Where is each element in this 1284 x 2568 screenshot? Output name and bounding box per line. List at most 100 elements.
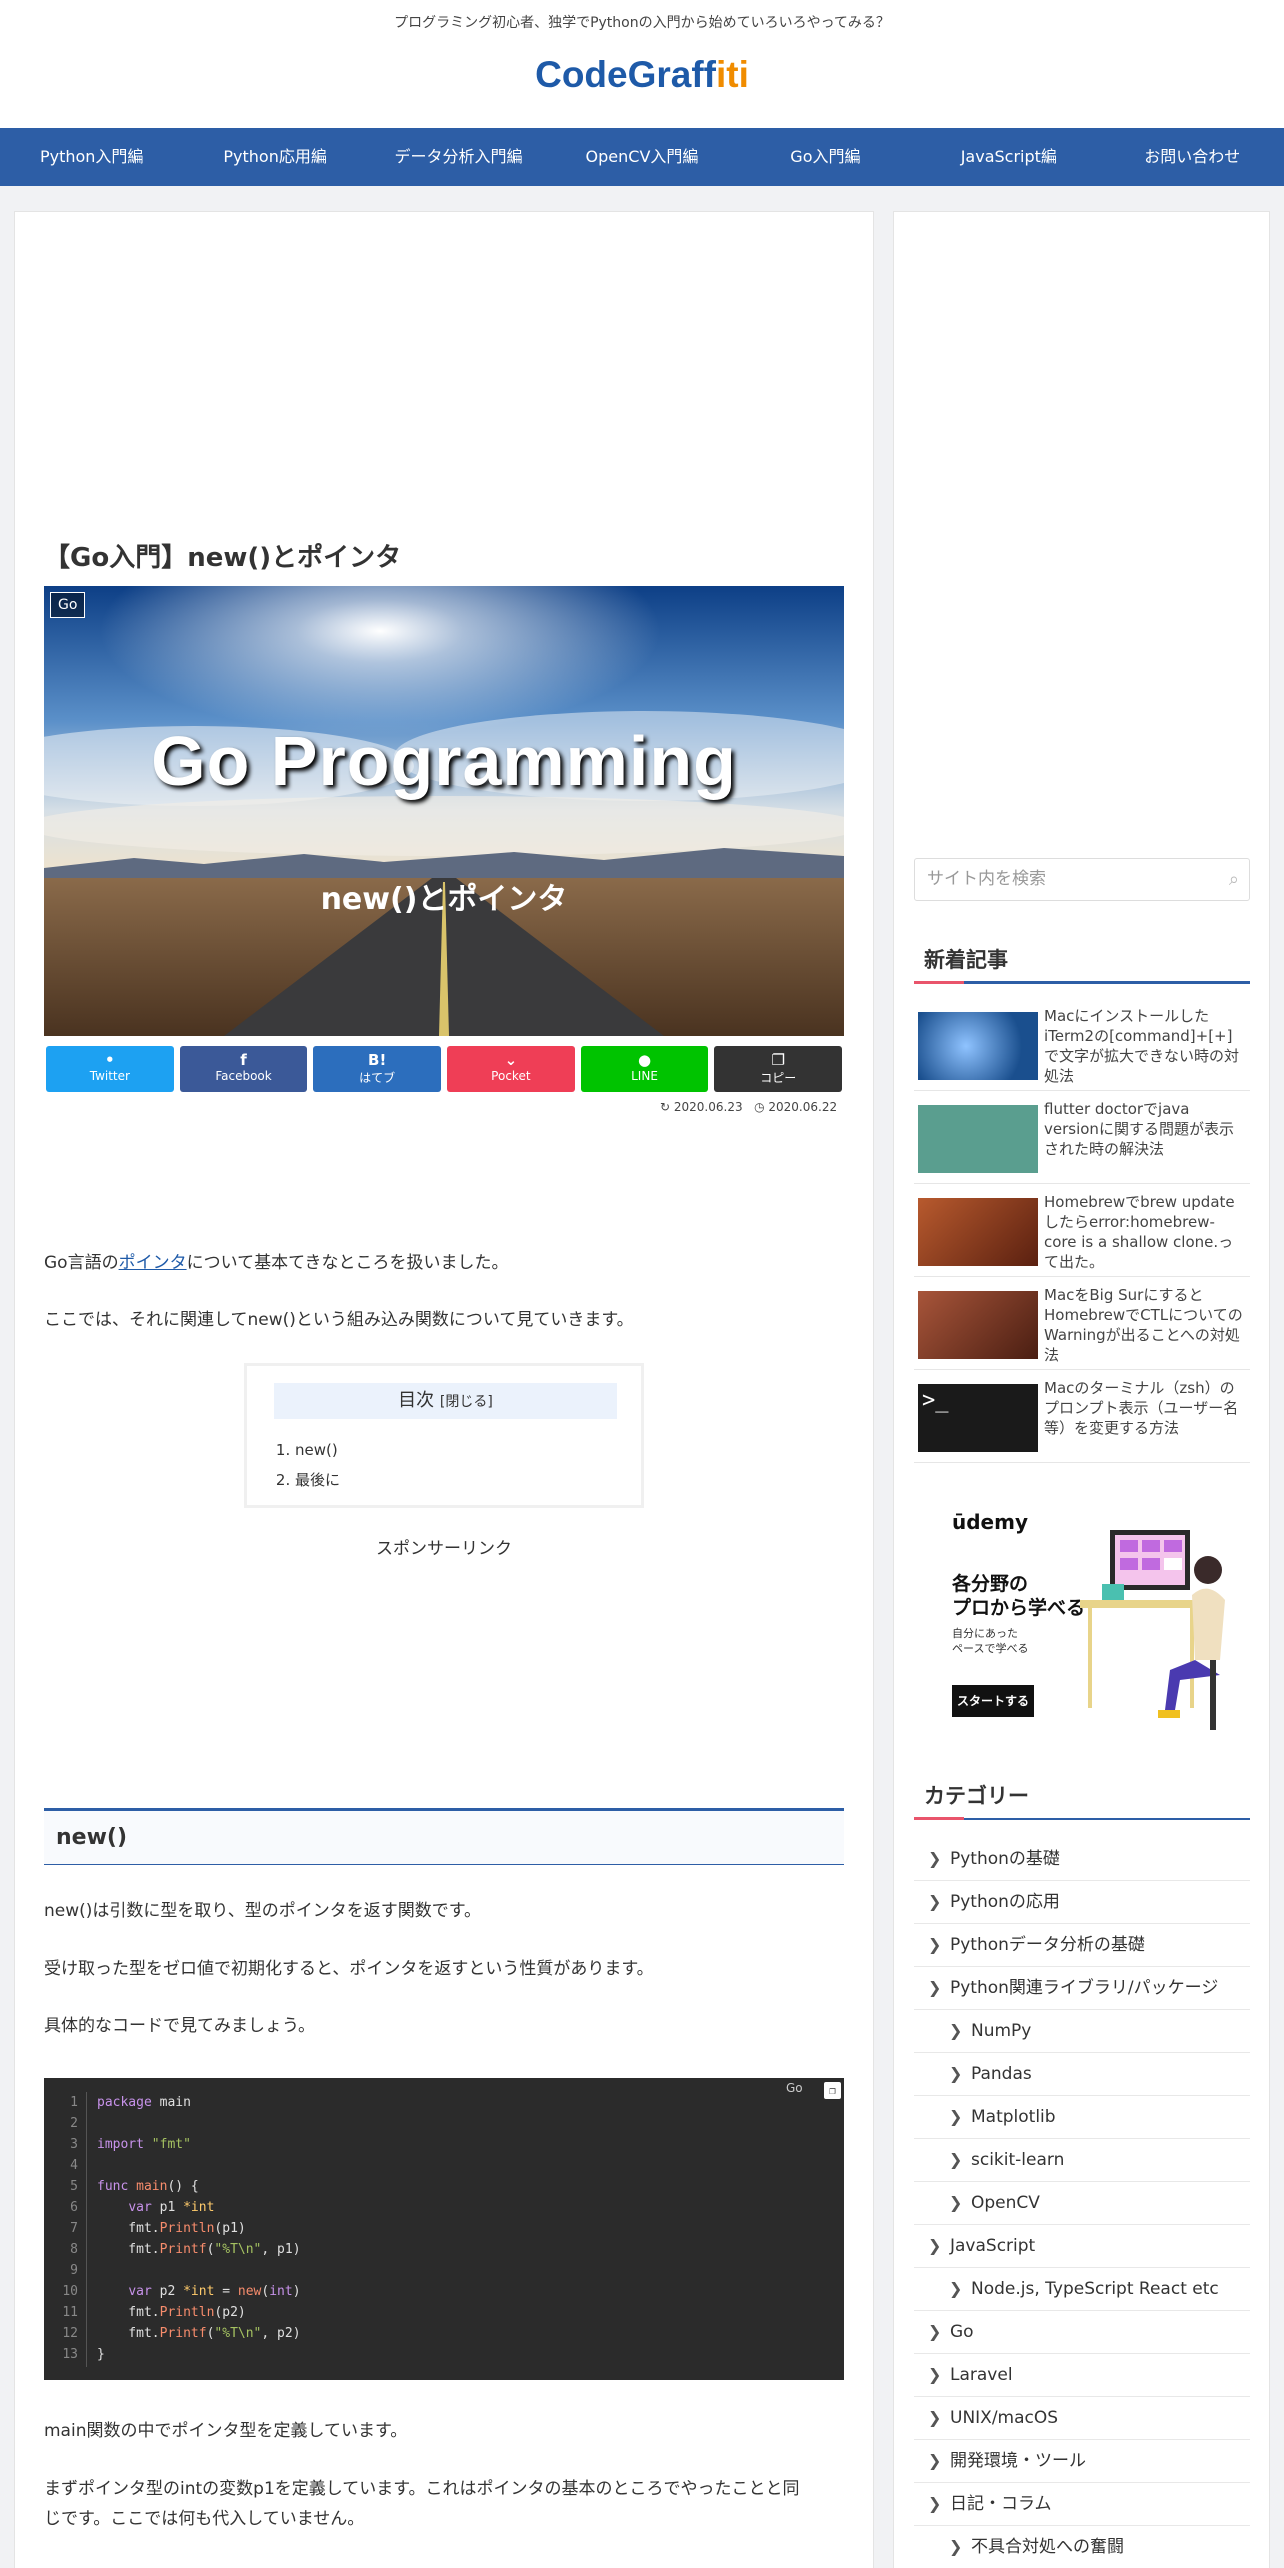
category-item-child[interactable]: ❯ NumPy bbox=[914, 2010, 1250, 2053]
toc-header: 目次 [閉じる] bbox=[274, 1383, 617, 1419]
chevron-right-icon: ❯ bbox=[928, 2322, 942, 2341]
category-item-child[interactable]: ❯ Matplotlib bbox=[914, 2096, 1250, 2139]
category-item[interactable]: ❯ UNIX/macOS bbox=[914, 2397, 1250, 2440]
udemy-logo: ūdemy bbox=[952, 1510, 1028, 1534]
udemy-ad-banner[interactable]: ūdemy 各分野の プロから学べる 自分にあった ペースで学べる スタートする bbox=[930, 1500, 1236, 1740]
category-label: Pandas bbox=[971, 2064, 1032, 2084]
new-post-item[interactable]: >_ Macのターミナル（zsh）のプロンプト表示（ユーザー名等）を変更する方法 bbox=[914, 1370, 1250, 1463]
intro-paragraph: Go言語のポインタについて基本てきなところを扱いました。 bbox=[44, 1250, 509, 1277]
category-list: ❯ Pythonの基礎 ❯ Pythonの応用 ❯ Pythonデータ分析の基礎 ❯ P… bbox=[914, 1838, 1250, 2568]
share-facebook-button[interactable]: f Facebook bbox=[179, 1046, 308, 1092]
pocket-icon: ⌄ bbox=[504, 1051, 518, 1069]
category-item-child[interactable]: ❯ Node.js, TypeScript React etc bbox=[914, 2268, 1250, 2311]
share-label: コピー bbox=[760, 1071, 797, 1085]
ad-line2: プロから学べる bbox=[952, 1597, 1086, 1619]
share-copy-button[interactable]: ❐ コピー bbox=[714, 1046, 843, 1092]
share-line-button[interactable]: ● LINE bbox=[580, 1046, 709, 1092]
share-label: Twitter bbox=[89, 1069, 130, 1083]
category-item[interactable]: ❯ Pythonの基礎 bbox=[914, 1838, 1250, 1881]
category-label: 日記・コラム bbox=[950, 2494, 1052, 2514]
category-label: NumPy bbox=[971, 2021, 1032, 2041]
logo-text-blue: CodeGraff bbox=[535, 54, 716, 95]
category-label: scikit-learn bbox=[971, 2150, 1065, 2170]
paragraph-3: 具体的なコードで見てみましょう。 bbox=[44, 2016, 315, 2036]
code-language-label: Go bbox=[786, 2081, 803, 2095]
category-item[interactable]: ❯ Pythonの応用 bbox=[914, 1881, 1250, 1924]
toc-item[interactable]: 最後に bbox=[295, 1465, 340, 1495]
categories-heading: カテゴリー bbox=[914, 1780, 1250, 1820]
share-pocket-button[interactable]: ⌄ Pocket bbox=[447, 1046, 575, 1092]
sponsor-label: スポンサーリンク bbox=[376, 1539, 512, 1559]
post-title: MacにインストールしたiTerm2の[command]+[+]で文字が拡大でき… bbox=[1044, 1007, 1240, 1085]
share-label: Pocket bbox=[491, 1069, 531, 1083]
category-item[interactable]: ❯ Go bbox=[914, 2311, 1250, 2354]
nav-python-intro[interactable]: Python入門編 bbox=[0, 128, 183, 186]
chevron-right-icon: ❯ bbox=[949, 2537, 963, 2556]
search-placeholder: サイト内を検索 bbox=[927, 869, 1046, 889]
category-label: Pythonの応用 bbox=[950, 1892, 1060, 1912]
site-search-input[interactable]: サイト内を検索 ⌕ bbox=[914, 858, 1250, 901]
nav-contact[interactable]: お問い合わせ bbox=[1101, 128, 1284, 186]
nav-opencv[interactable]: OpenCV入門編 bbox=[550, 128, 733, 186]
chevron-right-icon: ❯ bbox=[928, 1978, 942, 1997]
facebook-icon: f bbox=[240, 1051, 247, 1069]
category-item[interactable]: ❯ 日記・コラム bbox=[914, 2483, 1250, 2526]
chevron-right-icon: ❯ bbox=[928, 2451, 942, 2470]
nav-python-advanced[interactable]: Python応用編 bbox=[183, 128, 366, 186]
share-hatena-button[interactable]: B! はてブ bbox=[313, 1046, 442, 1092]
post-title: Homebrewでbrew updateしたらerror:homebrew-co… bbox=[1044, 1193, 1235, 1271]
category-item-child[interactable]: ❯ 不具合対処への奮闘 bbox=[914, 2526, 1250, 2568]
category-label: Matplotlib bbox=[971, 2107, 1056, 2127]
article-title: 【Go入門】new()とポインタ bbox=[44, 543, 402, 573]
chevron-right-icon: ❯ bbox=[949, 2064, 963, 2083]
category-item-child[interactable]: ❯ scikit-learn bbox=[914, 2139, 1250, 2182]
ad-line1: 各分野の bbox=[952, 1573, 1029, 1595]
share-twitter-button[interactable]: • Twitter bbox=[46, 1046, 174, 1092]
site-logo[interactable]: CodeGraffiti bbox=[0, 54, 1284, 96]
category-item[interactable]: ❯ Python関連ライブラリ/パッケージ bbox=[914, 1967, 1250, 2010]
chevron-right-icon: ❯ bbox=[949, 2021, 963, 2040]
share-label: LINE bbox=[631, 1069, 658, 1083]
new-post-item[interactable]: MacをBig SurにするとHomebrewでCTLについてのWarningが… bbox=[914, 1277, 1250, 1370]
nav-go[interactable]: Go入門編 bbox=[734, 128, 917, 186]
new-post-item[interactable]: flutter doctorでjava versionに関する問題が表示された時… bbox=[914, 1091, 1250, 1184]
ad-illustration bbox=[1080, 1530, 1225, 1730]
category-label: Pythonの基礎 bbox=[950, 1849, 1060, 1869]
new-post-item[interactable]: Homebrewでbrew updateしたらerror:homebrew-co… bbox=[914, 1184, 1250, 1277]
terminal-thumbnail: >_ bbox=[918, 1384, 1038, 1452]
category-item[interactable]: ❯ 開発環境・ツール bbox=[914, 2440, 1250, 2483]
toc-list: new() 最後に bbox=[295, 1435, 340, 1495]
paragraph-2: 受け取った型をゼロ値で初期化すると、ポインタを返すという性質があります。 bbox=[44, 1959, 654, 1979]
post-title: Macのターミナル（zsh）のプロンプト表示（ユーザー名等）を変更する方法 bbox=[1044, 1379, 1239, 1437]
category-label: 不具合対処への奮闘 bbox=[971, 2537, 1124, 2557]
hatena-icon: B! bbox=[368, 1051, 387, 1069]
category-item[interactable]: ❯ Pythonデータ分析の基礎 bbox=[914, 1924, 1250, 1967]
category-label[interactable]: Go bbox=[50, 592, 86, 618]
toc-title: 目次 bbox=[398, 1390, 435, 1411]
pointer-link[interactable]: ポインタ bbox=[119, 1253, 187, 1273]
chevron-right-icon: ❯ bbox=[949, 2193, 963, 2212]
new-posts-heading: 新着記事 bbox=[914, 944, 1250, 984]
nav-javascript[interactable]: JavaScript編 bbox=[917, 128, 1100, 186]
search-icon[interactable]: ⌕ bbox=[1229, 859, 1239, 900]
paragraph-5-line-2: じです。ここでは何も代入していません。 bbox=[44, 2509, 365, 2529]
intro-text-post: について基本てきなところを扱いました。 bbox=[186, 1253, 509, 1273]
category-label: Python関連ライブラリ/パッケージ bbox=[950, 1978, 1219, 1998]
category-item[interactable]: ❯ Laravel bbox=[914, 2354, 1250, 2397]
ad-cta-button[interactable]: スタートする bbox=[952, 1685, 1034, 1717]
nav-data-analysis[interactable]: データ分析入門編 bbox=[367, 128, 550, 186]
paragraph-5-line-1: まずポインタ型のintの変数p1を定義しています。これはポインタの基本のところで… bbox=[44, 2479, 800, 2499]
category-label: JavaScript bbox=[950, 2236, 1036, 2256]
category-item-child[interactable]: ❯ OpenCV bbox=[914, 2182, 1250, 2225]
new-post-item[interactable]: MacにインストールしたiTerm2の[command]+[+]で文字が拡大でき… bbox=[914, 998, 1250, 1091]
toc-toggle[interactable]: [閉じる] bbox=[440, 1394, 493, 1410]
category-item[interactable]: ❯ JavaScript bbox=[914, 2225, 1250, 2268]
category-label: Laravel bbox=[950, 2365, 1013, 2385]
heading-accent bbox=[914, 981, 964, 984]
toc-item[interactable]: new() bbox=[295, 1435, 340, 1465]
category-item-child[interactable]: ❯ Pandas bbox=[914, 2053, 1250, 2096]
logo-text-orange: iti bbox=[716, 54, 749, 95]
copy-code-icon[interactable]: ❐ bbox=[824, 2082, 841, 2099]
new-posts-heading-text: 新着記事 bbox=[924, 948, 1008, 972]
global-nav: Python入門編 Python応用編 データ分析入門編 OpenCV入門編 G… bbox=[0, 128, 1284, 186]
